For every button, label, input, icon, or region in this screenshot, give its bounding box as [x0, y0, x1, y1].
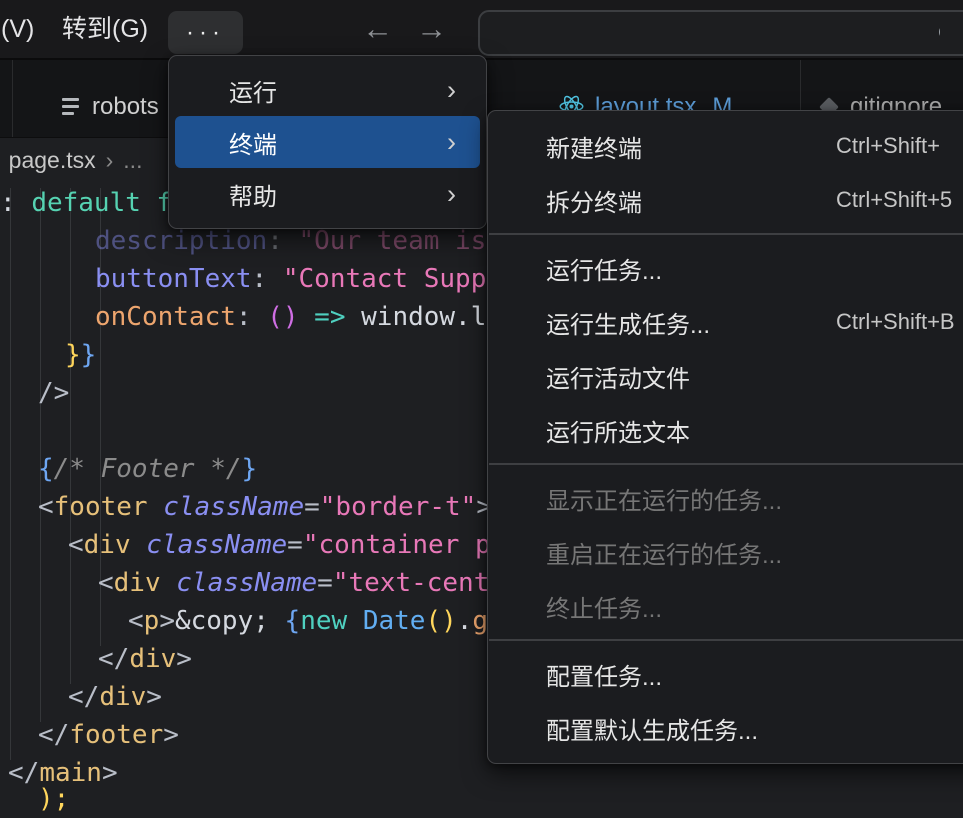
- breadcrumb-more[interactable]: ...: [123, 147, 142, 173]
- breadcrumb-file[interactable]: page.tsx: [9, 147, 96, 173]
- menu-item-label: 运行生成任务...: [494, 305, 710, 340]
- menu-item-label: 显示正在运行的任务...: [494, 481, 782, 516]
- submenu-chevron-icon: ›: [447, 75, 480, 106]
- menu-item-run[interactable]: 运行 ›: [175, 64, 480, 116]
- menu-view-partial[interactable]: (V): [1, 0, 34, 58]
- code-line: <p>&copy; {new Date().g: [128, 602, 488, 640]
- menu-item-shortcut: Ctrl+Shift+B: [836, 309, 955, 335]
- menu-item-new-terminal[interactable]: 新建终端 Ctrl+Shift+: [494, 119, 963, 173]
- indent-guide: [10, 188, 11, 760]
- menu-item-label: 配置默认生成任务...: [494, 711, 758, 746]
- menu-item-label: 运行活动文件: [494, 359, 690, 394]
- menu-item-label: 配置任务...: [494, 657, 662, 692]
- menu-separator: [489, 463, 963, 465]
- menu-item-restart-running-task: 重启正在运行的任务...: [494, 525, 963, 579]
- menu-item-label: 运行任务...: [494, 251, 662, 286]
- menu-item-run-selected-text[interactable]: 运行所选文本: [494, 403, 963, 457]
- menu-separator: [489, 639, 963, 641]
- breadcrumb-chevron-icon: ›: [0, 147, 1, 173]
- menu-item-configure-tasks[interactable]: 配置任务...: [494, 647, 963, 701]
- menu-item-label: 终端: [175, 125, 277, 160]
- terminal-submenu: 新建终端 Ctrl+Shift+ 拆分终端 Ctrl+Shift+5 运行任务... 运行…: [487, 110, 963, 764]
- code-line: </footer>: [38, 716, 179, 754]
- menu-item-run-build-task[interactable]: 运行生成任务... Ctrl+Shift+B: [494, 295, 963, 349]
- menu-item-label: 终止任务...: [494, 589, 662, 624]
- code-line: <div className="container p: [68, 526, 491, 564]
- indent-guide: [70, 188, 71, 684]
- search-icon[interactable]: [460, 10, 940, 56]
- submenu-chevron-icon: ›: [447, 127, 480, 158]
- code-line: : default fu: [0, 184, 188, 222]
- code-line: />: [38, 374, 69, 412]
- menu-item-run-task[interactable]: 运行任务...: [494, 241, 963, 295]
- code-line: </div>: [68, 678, 162, 716]
- tab-label: robots: [92, 93, 159, 121]
- menu-item-configure-default-build-task[interactable]: 配置默认生成任务...: [494, 701, 963, 755]
- code-line: buttonText: "Contact Supp: [95, 260, 486, 298]
- code-line: </div>: [98, 640, 192, 678]
- menu-item-label: 运行: [175, 73, 277, 108]
- menu-bar: (V) 转到(G) ··· ← →: [0, 0, 963, 60]
- breadcrumb-separator-icon: ›: [106, 147, 114, 173]
- back-arrow-icon[interactable]: ←: [362, 0, 393, 58]
- menu-item-label: 新建终端: [494, 129, 642, 164]
- more-actions-button[interactable]: ···: [168, 11, 243, 54]
- code-line: onContact: () => window.l: [95, 298, 486, 336]
- menu-item-terminate-task: 终止任务...: [494, 579, 963, 633]
- menu-item-help[interactable]: 帮助 ›: [175, 168, 480, 220]
- menu-item-label: 运行所选文本: [494, 413, 690, 448]
- menu-item-label: 拆分终端: [494, 183, 642, 218]
- menu-goto[interactable]: 转到(G): [62, 0, 148, 58]
- code-line: <div className="text-cent: [98, 564, 489, 602]
- menu-separator: [489, 233, 963, 235]
- code-line: }}: [65, 336, 96, 374]
- menu-item-show-running-tasks: 显示正在运行的任务...: [494, 471, 963, 525]
- menu-item-split-terminal[interactable]: 拆分终端 Ctrl+Shift+5: [494, 173, 963, 227]
- menu-item-shortcut: Ctrl+Shift+5: [836, 187, 952, 213]
- code-line: );: [38, 780, 69, 818]
- submenu-chevron-icon: ›: [447, 179, 480, 210]
- menu-item-run-active-file[interactable]: 运行活动文件: [494, 349, 963, 403]
- menu-item-label: 重启正在运行的任务...: [494, 535, 782, 570]
- menu-item-label: 帮助: [175, 177, 277, 212]
- forward-arrow-icon[interactable]: →: [416, 0, 447, 58]
- menu-item-shortcut: Ctrl+Shift+: [836, 133, 940, 159]
- menu-item-terminal[interactable]: 终端 ›: [175, 116, 480, 168]
- overflow-menu: 运行 › 终端 › 帮助 ›: [168, 55, 487, 229]
- code-line: <footer className="border-t">: [38, 488, 492, 526]
- code-line: {/* Footer */}: [38, 450, 257, 488]
- list-icon: [62, 98, 79, 115]
